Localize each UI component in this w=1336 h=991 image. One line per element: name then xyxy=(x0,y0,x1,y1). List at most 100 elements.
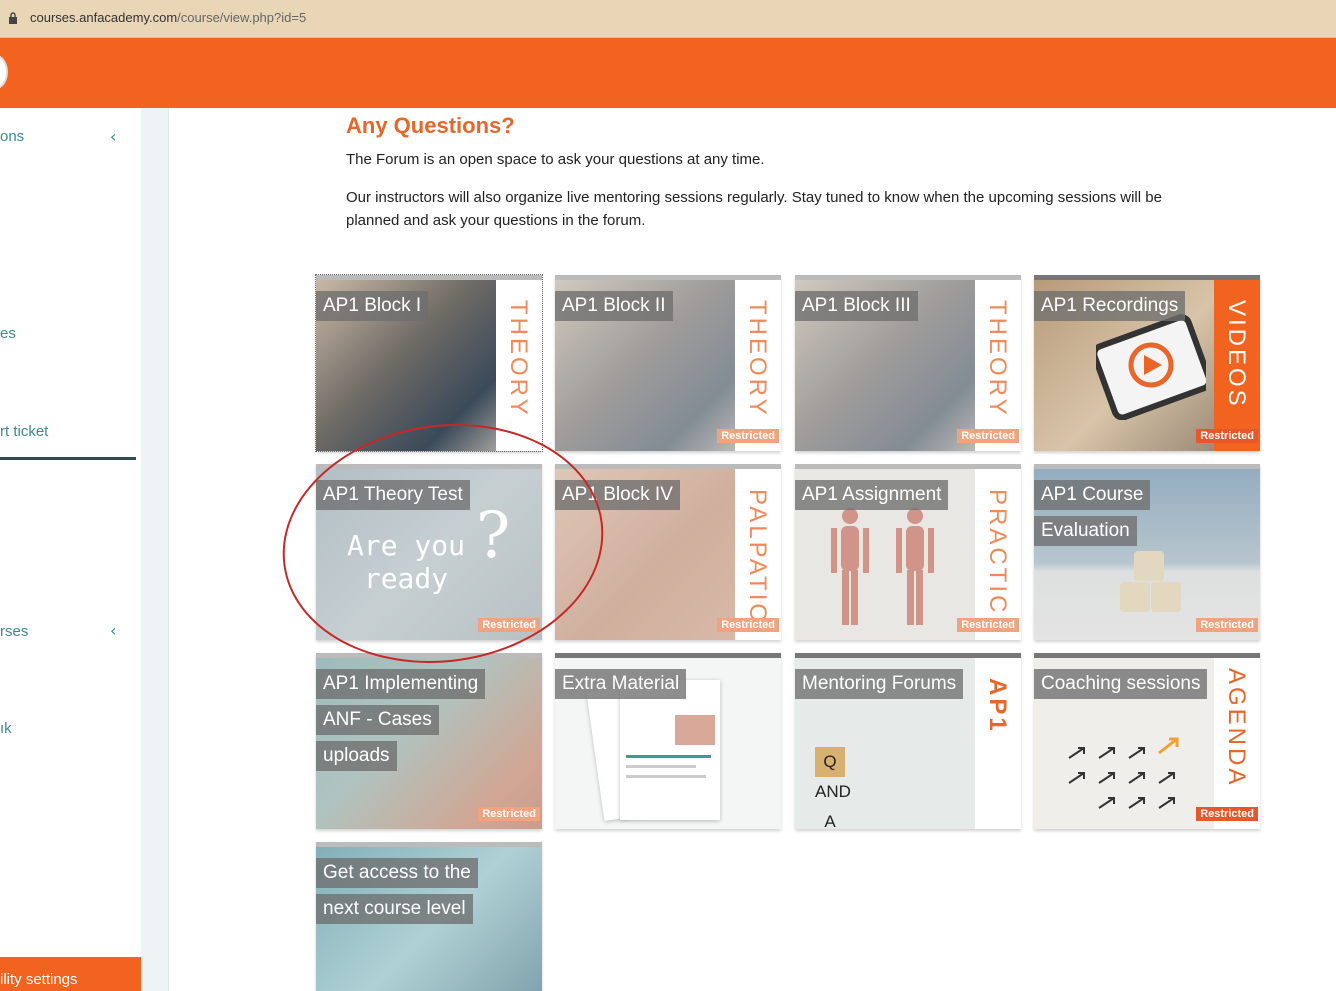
tile-title: AP1 Implementing ANF - Cases uploads xyxy=(316,669,486,777)
avatar[interactable] xyxy=(0,54,8,90)
tile-side-panel: THEORY xyxy=(496,280,542,451)
smiley-die xyxy=(1151,582,1181,612)
tile-title-line: Mentoring Forums xyxy=(795,669,964,699)
tile-ap1-block-2[interactable]: THEORY AP1 Block II Restricted xyxy=(555,275,781,451)
tile-side-panel: THEORY xyxy=(975,280,1021,451)
tile-title: AP1 Recordings xyxy=(1034,291,1186,327)
smiley-die xyxy=(1120,582,1150,612)
sidebar-item-label: rt ticket xyxy=(0,423,49,440)
sidebar-item-support-ticket[interactable]: rt ticket xyxy=(0,423,48,440)
tile-next-course-level[interactable]: Get access to the next course level xyxy=(316,842,542,991)
tile-title-line: AP1 Block I xyxy=(316,291,429,321)
tile-side-text: THEORY xyxy=(744,300,771,418)
active-item-underline xyxy=(0,457,136,460)
tile-title-line: AP1 Theory Test xyxy=(316,480,470,510)
document-line xyxy=(626,775,706,778)
tile-overlay-text: Are you ready xyxy=(346,529,465,595)
mentoring-paragraph: Our instructors will also organize live … xyxy=(346,189,1162,229)
tile-title-line: next course level xyxy=(316,894,473,924)
tile-title-line: AP1 Assignment xyxy=(795,480,949,510)
document-photo xyxy=(675,715,715,745)
restricted-badge: Restricted xyxy=(478,618,540,632)
sidebar-item-2[interactable]: es xyxy=(0,325,16,342)
tile-title-line: ANF - Cases xyxy=(316,705,439,735)
tile-ap1-implementing-anf[interactable]: AP1 Implementing ANF - Cases uploads Restr… xyxy=(316,653,542,829)
tile-title-line: Coaching sessions xyxy=(1034,669,1208,699)
settings-label: ility settings xyxy=(0,971,78,988)
sidebar-item-label: ons xyxy=(0,128,25,145)
tile-side-panel: AP1 xyxy=(975,658,1021,829)
tile-side-panel: PRACTIC xyxy=(975,469,1021,640)
tile-title: Get access to the next course level xyxy=(316,858,478,930)
lock-icon xyxy=(9,12,17,24)
sidebar-gutter xyxy=(141,108,169,991)
tile-title-line: Extra Material xyxy=(555,669,687,699)
sidebar-item-label: es xyxy=(0,325,16,342)
accessibility-settings-button[interactable]: ility settings xyxy=(0,957,141,991)
tile-ap1-block-1[interactable]: THEORY AP1 Block I xyxy=(315,274,543,452)
tile-title-line: AP1 Block IV xyxy=(555,480,680,510)
anatomy-figures-icon xyxy=(831,508,934,625)
tile-extra-material[interactable]: Extra Material xyxy=(555,653,781,829)
restricted-badge: Restricted xyxy=(717,429,779,443)
sidebar xyxy=(0,108,141,991)
tile-ap1-theory-test[interactable]: ? Are you ready AP1 Theory Test Restrict… xyxy=(316,464,542,640)
restricted-badge: Restricted xyxy=(1196,618,1258,632)
url-path: /course/view.php?id=5 xyxy=(177,10,307,25)
tile-ap1-recordings[interactable]: VIDEOS AP1 Recordings Restricted xyxy=(1034,275,1260,451)
tile-title-line: AP1 Block III xyxy=(795,291,918,321)
sidebar-item-5[interactable]: ık xyxy=(0,720,12,737)
tile-side-text: AGENDA xyxy=(1223,668,1250,788)
tile-side-text: PALPATIO xyxy=(744,489,771,626)
document-line xyxy=(626,755,711,758)
tile-side-text: VIDEOS xyxy=(1223,300,1250,409)
tile-side-text: PRACTIC xyxy=(984,489,1011,616)
tile-side-panel: THEORY xyxy=(735,280,781,451)
tile-title-line: AP1 Block II xyxy=(555,291,673,321)
tile-title: AP1 Assignment xyxy=(795,480,949,516)
tile-title: Mentoring Forums xyxy=(795,669,964,705)
tile-title: AP1 Block IV xyxy=(555,480,680,516)
document-line xyxy=(626,765,696,768)
tile-title-line: AP1 Implementing xyxy=(316,669,486,699)
tile-title-line: Evaluation xyxy=(1034,516,1137,546)
sidebar-item-courses[interactable]: rses xyxy=(0,623,28,640)
tile-title-line: AP1 Recordings xyxy=(1034,291,1186,321)
restricted-badge: Restricted xyxy=(1196,429,1258,443)
tile-side-panel: AGENDA xyxy=(1214,658,1260,829)
tile-title: Extra Material xyxy=(555,669,687,705)
tile-ap1-block-4[interactable]: PALPATIO AP1 Block IV Restricted xyxy=(555,464,781,640)
tile-title: AP1 Block I xyxy=(316,291,429,327)
tile-mentoring-forums[interactable]: Q AND A AP1 Mentoring Forums xyxy=(795,653,1021,829)
site-header xyxy=(0,38,1336,108)
tile-side-text: AP1 xyxy=(984,678,1011,734)
browser-address-bar[interactable]: courses.anfacademy.com/course/view.php?i… xyxy=(0,0,1336,38)
intro-paragraph: The Forum is an open space to ask your q… xyxy=(346,151,765,168)
restricted-badge: Restricted xyxy=(717,618,779,632)
tile-ap1-course-evaluation[interactable]: AP1 Course Evaluation Restricted xyxy=(1034,464,1260,640)
question-mark-icon: ? xyxy=(476,499,511,573)
tile-title: AP1 Course Evaluation xyxy=(1034,480,1151,552)
restricted-badge: Restricted xyxy=(957,618,1019,632)
chevron-left-icon[interactable]: ‹ xyxy=(110,621,116,640)
tile-side-panel: PALPATIO xyxy=(735,469,781,640)
tile-side-text: THEORY xyxy=(505,300,532,418)
url-text[interactable]: courses.anfacademy.com/course/view.php?i… xyxy=(30,10,306,25)
tile-ap1-block-3[interactable]: THEORY AP1 Block III Restricted xyxy=(795,275,1021,451)
tile-title: Coaching sessions xyxy=(1034,669,1208,705)
restricted-badge: Restricted xyxy=(1196,807,1258,821)
tile-title-line: AP1 Course xyxy=(1034,480,1151,510)
tile-title-line: uploads xyxy=(316,741,397,771)
tile-title-line: Get access to the xyxy=(316,858,478,888)
tile-ap1-assignment[interactable]: PRACTIC AP1 Assignment Restricted xyxy=(795,464,1021,640)
tile-title: AP1 Block III xyxy=(795,291,918,327)
sidebar-item-label: ık xyxy=(0,720,12,737)
restricted-badge: Restricted xyxy=(478,807,540,821)
tile-title: AP1 Theory Test xyxy=(316,480,470,516)
chevron-left-icon[interactable]: ‹ xyxy=(110,127,116,146)
sidebar-item-1[interactable]: ons xyxy=(0,128,24,145)
url-host: courses.anfacademy.com xyxy=(30,10,178,25)
tile-coaching-sessions[interactable]: AGENDA Coaching sessions Restricted xyxy=(1034,653,1260,829)
tile-title: AP1 Block II xyxy=(555,291,673,327)
section-heading: Any Questions? xyxy=(346,113,515,138)
